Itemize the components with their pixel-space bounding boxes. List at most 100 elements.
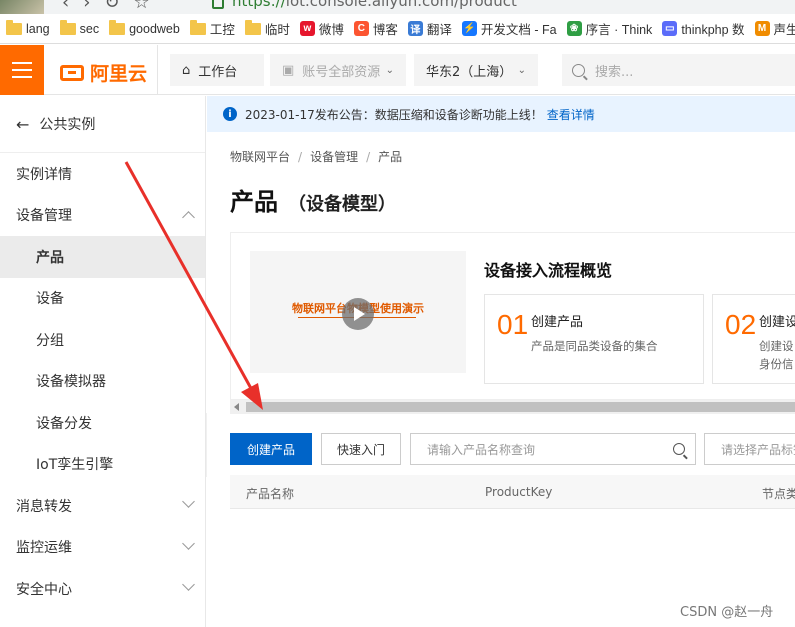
bookmark-item[interactable]: 临时	[244, 19, 290, 38]
bookmark-label: 序言 · Think	[585, 23, 653, 37]
breadcrumb-iot-platform[interactable]: 物联网平台	[230, 150, 290, 164]
announcement-text: 2023-01-17发布公告：数据压缩和设备诊断功能上线！	[245, 107, 543, 122]
sidebar-item-label: 监控运维	[16, 540, 72, 557]
sidebar-item[interactable]: 设备	[0, 278, 205, 320]
sidebar-item[interactable]: 实例详情	[0, 153, 205, 195]
chevron-down-icon	[182, 578, 195, 591]
bookmark-label: 翻译	[426, 23, 452, 37]
bookmark-label: sec	[79, 21, 100, 36]
step-title: 创建设	[759, 315, 795, 330]
sidebar-item-label: 设备管理	[16, 208, 72, 225]
breadcrumb-product: 产品	[378, 150, 403, 164]
sidebar-item[interactable]: 分组	[0, 319, 205, 361]
horizontal-scrollbar[interactable]	[230, 400, 795, 414]
csdn-watermark: CSDN @赵一舟	[680, 605, 774, 620]
resource-icon: ▣	[282, 62, 295, 78]
bookmark-label: 微博	[318, 23, 344, 37]
bookmark-item[interactable]: M声生不	[754, 19, 795, 38]
chevron-up-icon	[182, 210, 195, 224]
scrollbar-thumb[interactable]	[246, 402, 795, 412]
bookmark-item[interactable]: goodweb	[109, 19, 180, 36]
chevron-down-icon	[182, 536, 195, 550]
main-content: i 2023-01-17发布公告：数据压缩和设备诊断功能上线！ 查看详情 物联网…	[207, 96, 795, 627]
bookmark-item[interactable]: sec	[59, 19, 100, 36]
profile-avatar[interactable]	[0, 0, 44, 14]
bookmark-label: 工控	[209, 23, 235, 37]
sidebar-item[interactable]: 设备模拟器	[0, 361, 205, 403]
nav-buttons[interactable]: ‹›↻☆	[62, 0, 164, 13]
column-node-type: 节点类型	[762, 487, 795, 501]
search-icon	[572, 63, 585, 77]
product-toolbar: 创建产品 快速入门 请输入产品名称查询 请选择产品标签	[230, 433, 795, 465]
step-title: 创建产品	[531, 315, 584, 330]
browser-toolbar: ‹›↻☆ https://iot.console.aliyun.com/prod…	[0, 0, 795, 14]
arrow-left-icon: ←	[16, 114, 30, 134]
announcement-details-link[interactable]: 查看详情	[547, 106, 595, 123]
translate-icon: 译	[407, 21, 423, 36]
folder-icon	[244, 19, 261, 35]
demo-video[interactable]: 物联网平台物模型使用演示	[250, 251, 466, 373]
tag-select-placeholder: 请选择产品标签	[721, 442, 795, 457]
bolt-icon: ⚡	[461, 21, 477, 36]
aliyun-logo[interactable]: 阿里云	[60, 59, 147, 86]
step-card-create-device[interactable]: 02 创建设 创建设 身份信	[712, 294, 795, 384]
back-to-instance[interactable]: ← 公共实例	[0, 96, 205, 153]
sidebar-item[interactable]: IoT孪生引擎	[0, 444, 205, 486]
sidebar-item[interactable]: 设备分发	[0, 402, 205, 444]
region-selector[interactable]: 华东2（上海） ⌄	[414, 54, 538, 86]
announcement-banner: i 2023-01-17发布公告：数据压缩和设备诊断功能上线！ 查看详情	[207, 96, 795, 132]
scroll-left-icon[interactable]	[234, 403, 239, 411]
menu-icon[interactable]	[0, 45, 44, 95]
resource-selector[interactable]: ▣ 账号全部资源 ⌄	[270, 54, 406, 86]
chevron-down-icon: ⌄	[517, 64, 526, 76]
bookmarks-bar: lang sec goodweb 工控 临时 w 微博 C 博客译翻译 ⚡ 开发文档 - Fa ❀ 序言…	[0, 14, 795, 44]
search-placeholder: 搜索...	[595, 64, 634, 80]
product-tag-select[interactable]: 请选择产品标签	[704, 433, 795, 465]
bookmark-item[interactable]: C 博客	[353, 19, 398, 38]
step-card-create-product[interactable]: 01 创建产品 产品是同品类设备的集合	[484, 294, 704, 384]
lock-icon	[212, 0, 224, 9]
sidebar-item[interactable]: 设备管理	[0, 195, 205, 237]
bookmark-item[interactable]: 译翻译	[407, 19, 452, 38]
workbench-label: 工作台	[198, 64, 238, 80]
sidebar-item-label: 实例详情	[16, 166, 72, 183]
quick-start-button[interactable]: 快速入门	[321, 433, 401, 465]
sidebar-item[interactable]: 安全中心	[0, 568, 205, 610]
play-icon[interactable]	[342, 298, 374, 330]
column-product-name: 产品名称	[246, 487, 295, 501]
step-number: 02	[725, 309, 757, 340]
breadcrumb-device-management[interactable]: 设备管理	[310, 150, 358, 164]
bookmark-item[interactable]: ⚡ 开发文档 - Fa	[461, 19, 557, 38]
bookmark-item[interactable]: 工控	[189, 19, 235, 38]
folder-icon	[189, 19, 206, 35]
back-label: 公共实例	[39, 117, 96, 133]
bookmark-item[interactable]: lang	[6, 19, 50, 36]
workbench-button[interactable]: ⌂ 工作台	[170, 54, 264, 86]
bookmark-item[interactable]: ❀ 序言 · Think	[566, 19, 653, 38]
sidebar-item-label: 安全中心	[16, 581, 72, 598]
sidebar-item-label: IoT孪生引擎	[36, 457, 114, 474]
product-search-input[interactable]: 请输入产品名称查询	[410, 433, 696, 465]
bookmark-item[interactable]: w 微博	[299, 19, 344, 38]
logo-text: 阿里云	[90, 63, 148, 85]
bookmark-item[interactable]: ▭ thinkphp 数	[662, 19, 745, 38]
bookmark-label: lang	[26, 21, 50, 36]
home-icon: ⌂	[182, 62, 191, 78]
sidebar: ← 公共实例 实例详情设备管理产品设备分组设备模拟器 设备分发 IoT孪生引擎消息转…	[0, 96, 206, 627]
step-description: 产品是同品类设备的集合	[531, 339, 658, 353]
sidebar-item-label: 设备	[36, 291, 64, 308]
page-title-sub: （设备模型）	[288, 194, 396, 215]
global-search-input[interactable]: 搜索...	[562, 54, 795, 86]
search-icon[interactable]	[673, 443, 685, 455]
bookmark-label: 声生不	[773, 23, 795, 37]
address-bar[interactable]: https://iot.console.aliyun.com/product	[232, 0, 517, 10]
onboarding-overview: 物联网平台物模型使用演示 设备接入流程概览 01 创建产品 产品是同品类设备的集…	[230, 232, 795, 400]
sidebar-item-label: 分组	[36, 332, 64, 349]
sidebar-item[interactable]: 监控运维	[0, 527, 205, 569]
sidebar-item[interactable]: 产品	[0, 236, 205, 278]
leaf-icon: ❀	[566, 21, 582, 36]
create-product-button[interactable]: 创建产品	[230, 433, 312, 465]
sidebar-item[interactable]: 消息转发	[0, 485, 205, 527]
product-table-header: 产品名称 ProductKey 节点类型	[230, 475, 795, 509]
region-label: 华东2（上海）	[426, 64, 513, 80]
